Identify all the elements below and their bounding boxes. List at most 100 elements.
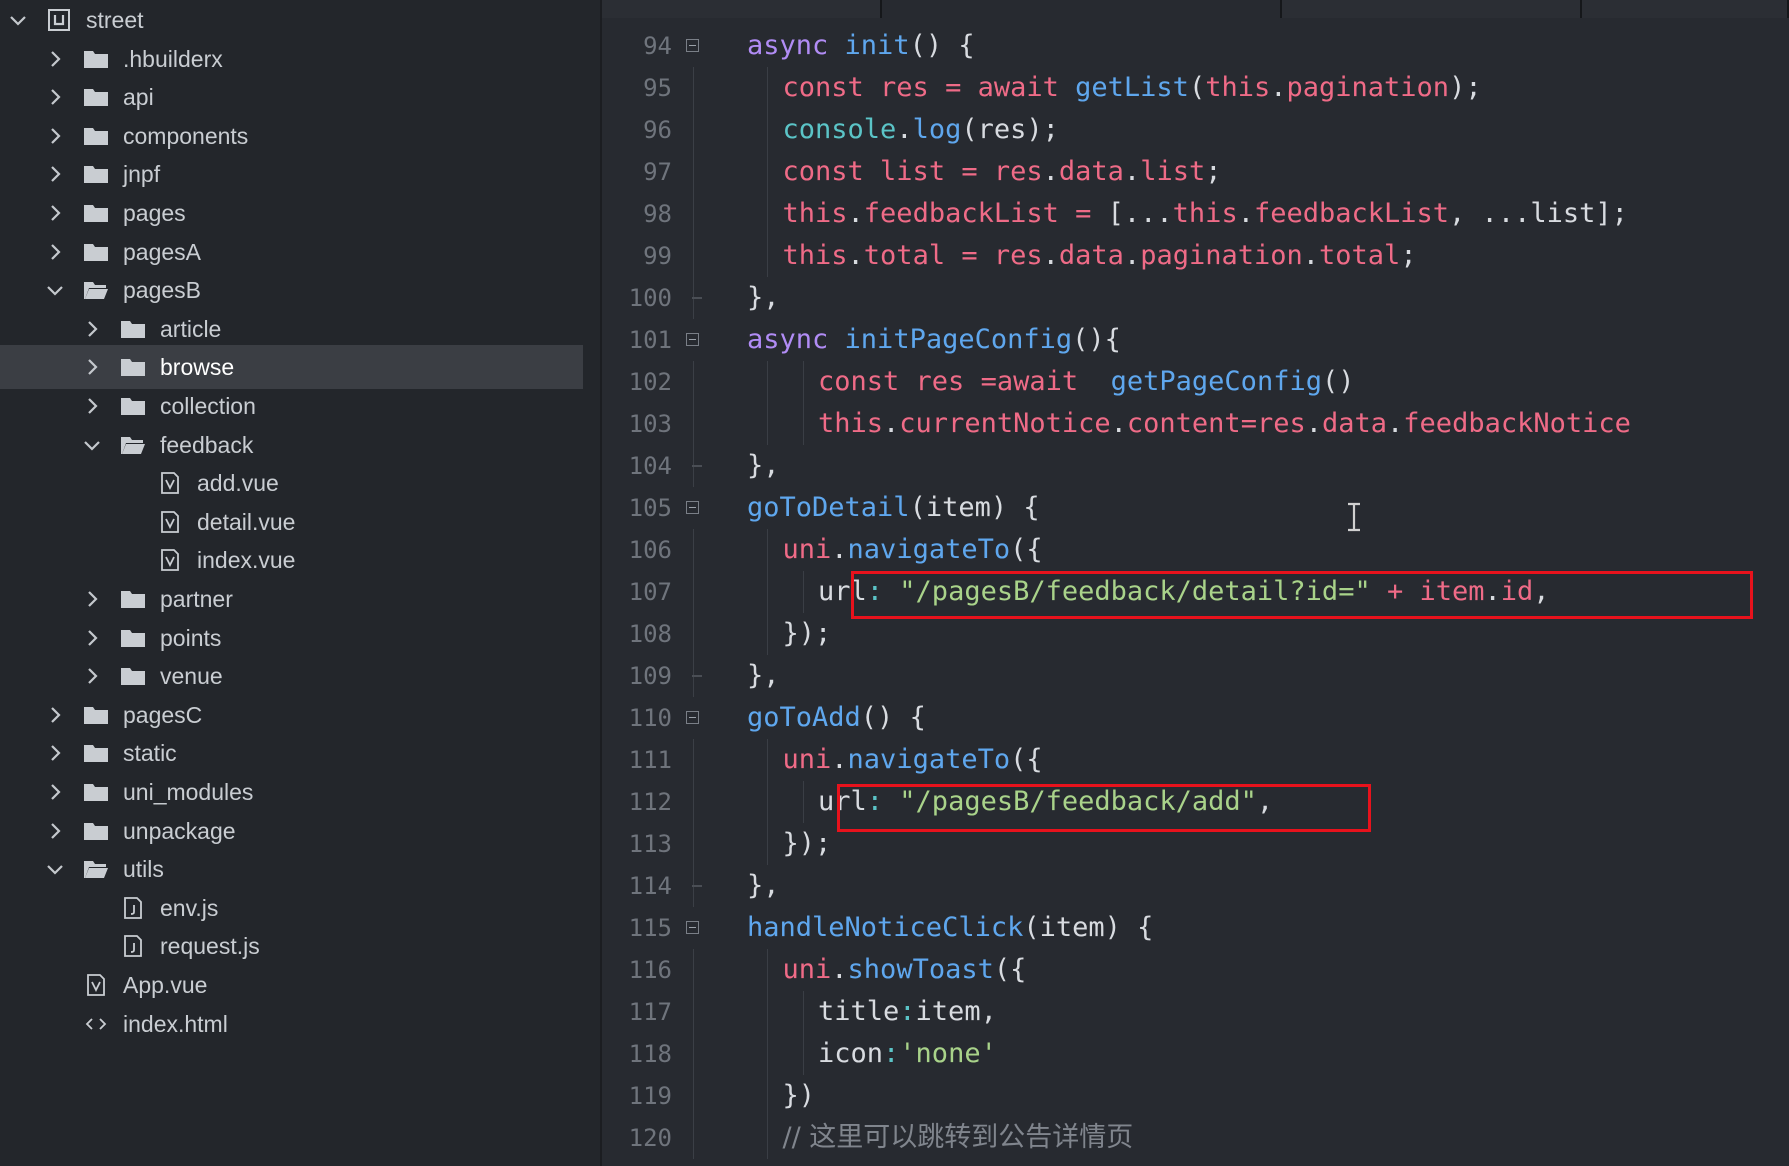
tree-item-env-js[interactable]: env.js <box>0 886 583 930</box>
tree-item-collection[interactable]: collection <box>0 384 583 428</box>
chevron-right-icon[interactable] <box>45 743 65 763</box>
code-line[interactable]: 94 async init() { <box>602 25 1789 67</box>
chevron-down-icon[interactable] <box>45 280 65 300</box>
editor-tab[interactable] <box>602 0 882 18</box>
tree-item-partner[interactable]: partner <box>0 577 583 621</box>
chevron-right-icon[interactable] <box>45 821 65 841</box>
fold-toggle-icon[interactable] <box>686 921 699 934</box>
code-line[interactable]: 109}, <box>602 655 1789 697</box>
tree-item-static[interactable]: static <box>0 731 583 775</box>
line-number: 94 <box>643 32 672 60</box>
tree-item-browse[interactable]: browse <box>0 345 583 390</box>
code-line[interactable]: 113}); <box>602 823 1789 865</box>
code-line[interactable]: 108}); <box>602 613 1789 655</box>
tree-item-utils[interactable]: utils <box>0 847 583 891</box>
chevron-right-icon[interactable] <box>45 782 65 802</box>
line-number: 108 <box>628 620 672 648</box>
tree-item-points[interactable]: points <box>0 616 583 660</box>
code-line[interactable]: 120 // 这里可以跳转到公告详情页 <box>602 1117 1789 1159</box>
chevron-down-icon[interactable] <box>45 859 65 879</box>
tree-item-add-vue[interactable]: add.vue <box>0 461 583 505</box>
tree-item-index-html[interactable]: index.html <box>0 1002 583 1046</box>
tree-item-index-vue[interactable]: index.vue <box>0 538 583 582</box>
js-file-icon <box>120 935 146 958</box>
editor-tab[interactable] <box>1582 0 1789 18</box>
chevron-right-icon[interactable] <box>82 396 102 416</box>
code-token: , <box>1533 576 1550 607</box>
fold-guide <box>693 109 694 151</box>
code-line[interactable]: 119}) <box>602 1075 1789 1117</box>
code-line[interactable]: 106 uni.navigateTo({ <box>602 529 1789 571</box>
chevron-right-icon[interactable] <box>82 628 102 648</box>
chevron-right-icon[interactable] <box>45 126 65 146</box>
chevron-right-icon[interactable] <box>45 49 65 69</box>
tree-item-pagesb[interactable]: pagesB <box>0 268 583 312</box>
code-line[interactable]: 107 url: "/pagesB/feedback/detail?id=" + … <box>602 571 1789 613</box>
chevron-right-icon[interactable] <box>82 589 102 609</box>
code-line[interactable]: 98 this.feedbackList = [...this.feedbackL… <box>602 193 1789 235</box>
fold-toggle-icon[interactable] <box>686 711 699 724</box>
chevron-right-icon[interactable] <box>45 164 65 184</box>
code-line[interactable]: 116 uni.showToast({ <box>602 949 1789 991</box>
code-line[interactable]: 104}, <box>602 445 1789 487</box>
fold-guide <box>693 151 694 193</box>
code-line[interactable]: 101 async initPageConfig(){ <box>602 319 1789 361</box>
chevron-right-icon[interactable] <box>45 242 65 262</box>
code-token: uni <box>782 954 832 985</box>
editor-tab[interactable] <box>1282 0 1582 18</box>
tree-item-app-vue[interactable]: App.vue <box>0 963 583 1007</box>
code-token: () { <box>909 30 975 61</box>
editor-tab-active[interactable] <box>882 0 1282 18</box>
chevron-down-icon[interactable] <box>82 435 102 455</box>
tree-item-components[interactable]: components <box>0 114 583 158</box>
code-line[interactable]: 97 const list = res.data.list; <box>602 151 1789 193</box>
tree-item-pages[interactable]: pages <box>0 191 583 235</box>
indent-guide <box>767 571 768 613</box>
line-number: 111 <box>628 746 672 774</box>
code-line[interactable]: 105 goToDetail(item) { <box>602 487 1789 529</box>
chevron-right-icon[interactable] <box>45 203 65 223</box>
chevron-right-icon[interactable] <box>82 319 102 339</box>
chevron-right-icon[interactable] <box>82 666 102 686</box>
tree-item-feedback[interactable]: feedback <box>0 423 583 467</box>
fold-toggle-icon[interactable] <box>686 333 699 346</box>
code-line[interactable]: 110 goToAdd() { <box>602 697 1789 739</box>
tree-item-hbuilderx[interactable]: .hbuilderx <box>0 37 583 81</box>
chevron-right-icon[interactable] <box>45 705 65 725</box>
code-token: async <box>747 324 845 355</box>
code-text: handleNoticeClick(item) { <box>747 907 1153 949</box>
tree-item-unpackage[interactable]: unpackage <box>0 809 583 853</box>
tree-item-jnpf[interactable]: jnpf <box>0 152 583 196</box>
chevron-right-icon[interactable] <box>45 87 65 107</box>
code-line[interactable]: 102 const res =await getPageConfig() <box>602 361 1789 403</box>
code-line[interactable]: 115 handleNoticeClick(item) { <box>602 907 1789 949</box>
fold-toggle-icon[interactable] <box>686 39 699 52</box>
code-line[interactable]: 111 uni.navigateTo({ <box>602 739 1789 781</box>
code-line[interactable]: 100}, <box>602 277 1789 319</box>
code-line[interactable]: 103 this.currentNotice.content=res.data.f… <box>602 403 1789 445</box>
code-text: const res =await getPageConfig() <box>818 361 1354 403</box>
tree-item-pagesa[interactable]: pagesA <box>0 230 583 274</box>
code-line[interactable]: 112 url: "/pagesB/feedback/add", <box>602 781 1789 823</box>
code-token: this <box>782 240 848 271</box>
tree-item-request-js[interactable]: request.js <box>0 924 583 968</box>
fold-toggle-icon[interactable] <box>686 501 699 514</box>
code-line[interactable]: 118 icon:'none' <box>602 1033 1789 1075</box>
code-line[interactable]: 99 this.total = res.data.pagination.total… <box>602 235 1789 277</box>
tree-item-pagesc[interactable]: pagesC <box>0 693 583 737</box>
tree-item-article[interactable]: article <box>0 307 583 351</box>
tree-item-api[interactable]: api <box>0 75 583 119</box>
code-line[interactable]: 95 const res = await getList(this.paginat… <box>602 67 1789 109</box>
code-token: id <box>1500 576 1534 607</box>
chevron-down-icon[interactable] <box>8 10 28 30</box>
tree-item-venue[interactable]: venue <box>0 654 583 698</box>
code-line[interactable]: 96 console.log(res); <box>602 109 1789 151</box>
tree-item-detail-vue[interactable]: detail.vue <box>0 500 583 544</box>
code-line[interactable]: 117 title:item, <box>602 991 1789 1033</box>
code-text: this.feedbackList = [...this.feedbackLis… <box>783 193 1628 235</box>
code-token: getList <box>1075 72 1189 103</box>
code-editor[interactable]: 120// 这里可以跳转到公告详情页 119}) 118 icon:'none' 117… <box>602 18 1789 1166</box>
chevron-right-icon[interactable] <box>82 357 102 377</box>
code-line[interactable]: 114}, <box>602 865 1789 907</box>
tree-item-uni-modules[interactable]: uni_modules <box>0 770 583 814</box>
